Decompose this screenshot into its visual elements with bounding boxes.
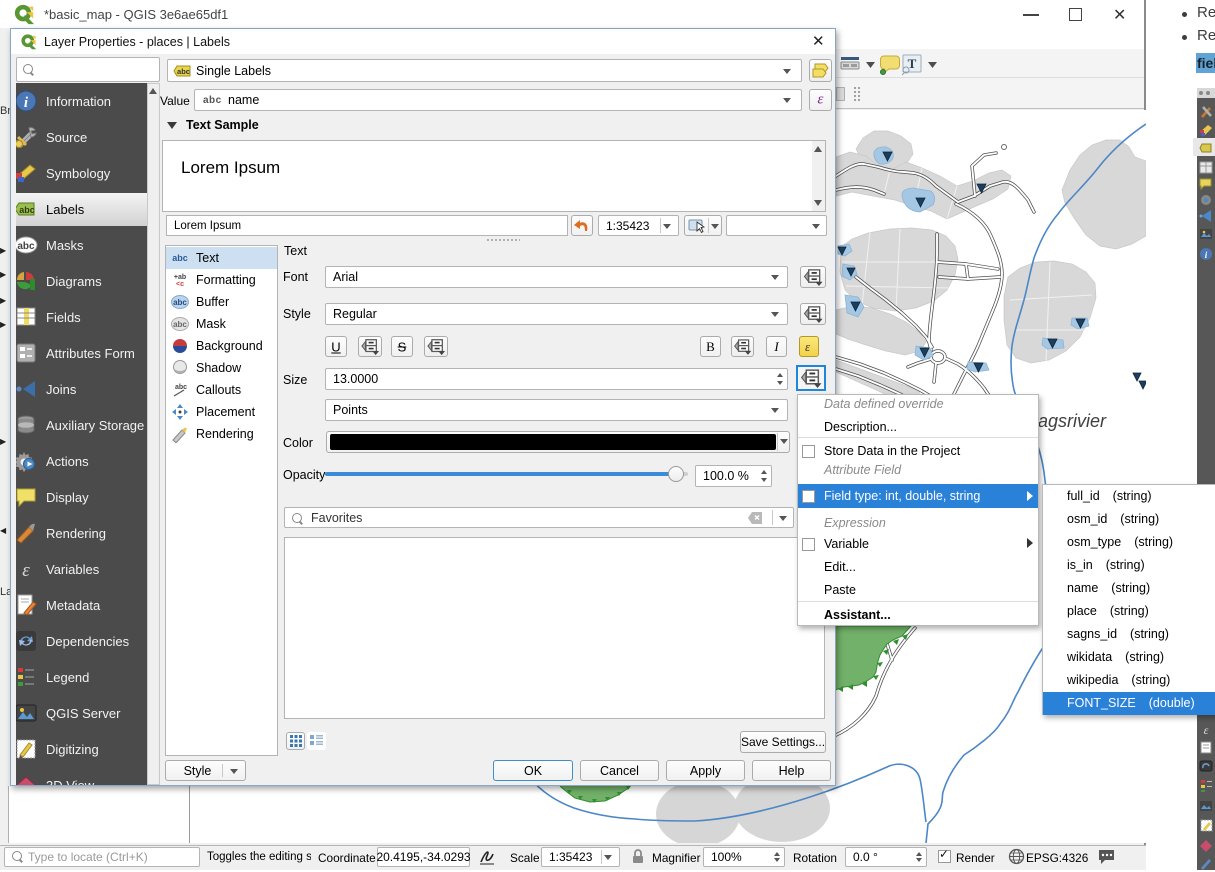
svg-text:ε: ε xyxy=(22,560,30,581)
svg-text:abc: abc xyxy=(173,298,187,307)
svg-text:ε: ε xyxy=(1204,723,1209,737)
svg-text:abc: abc xyxy=(173,320,187,329)
svg-text:abc: abc xyxy=(172,253,188,263)
svg-text:abc: abc xyxy=(177,67,190,76)
svg-text:abc: abc xyxy=(19,205,35,215)
svg-text:agsrivier: agsrivier xyxy=(1038,411,1107,431)
svg-text:+ab: +ab xyxy=(174,274,186,281)
svg-text:abc: abc xyxy=(17,241,35,252)
svg-text:abc: abc xyxy=(175,384,187,391)
svg-text:<c: <c xyxy=(176,281,184,288)
